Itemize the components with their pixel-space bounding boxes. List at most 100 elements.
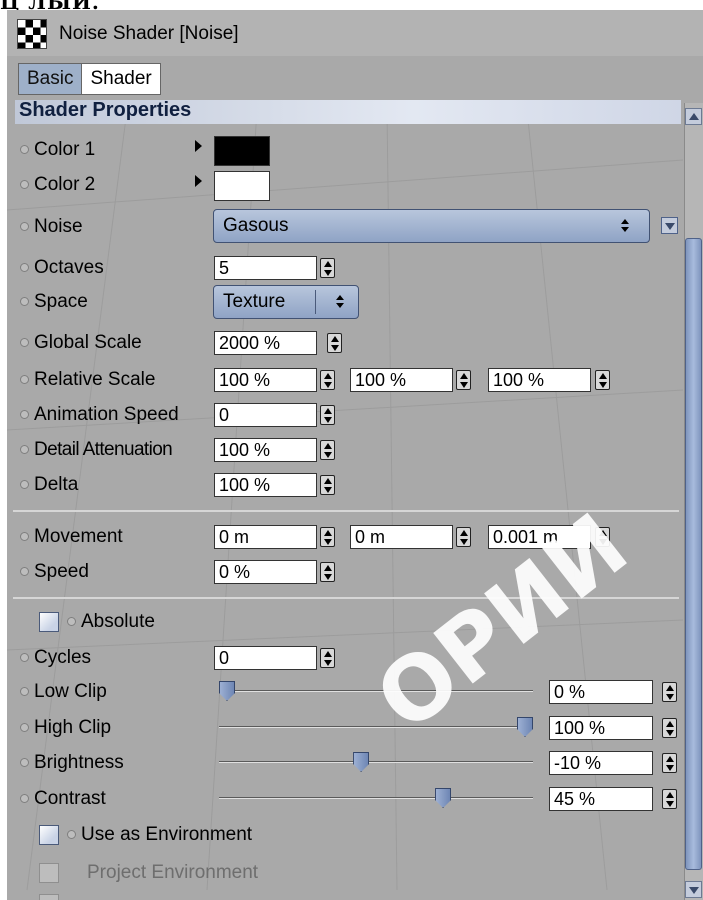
animation-dot-icon[interactable] xyxy=(20,222,29,231)
high-clip-slider-handle[interactable] xyxy=(517,717,533,737)
relative-scale-x-input[interactable]: 100 % xyxy=(214,368,317,392)
global-scale-input[interactable]: 2000 % xyxy=(214,331,317,355)
row-high-clip: High Clip 100 % xyxy=(7,713,683,743)
low-clip-slider-handle[interactable] xyxy=(219,681,235,701)
project-environment-checkbox[interactable] xyxy=(39,863,59,883)
animation-dot-icon[interactable] xyxy=(20,338,29,347)
animation-dot-icon[interactable] xyxy=(67,617,76,626)
section-header: Shader Properties xyxy=(15,100,681,124)
animation-dot-icon[interactable] xyxy=(20,445,29,454)
relative-scale-y-stepper[interactable] xyxy=(456,370,471,390)
label-global-scale: Global Scale xyxy=(34,332,142,353)
delta-stepper[interactable] xyxy=(320,475,335,495)
animation-dot-icon[interactable] xyxy=(67,830,76,839)
high-clip-stepper[interactable] xyxy=(662,718,677,738)
relative-scale-x-stepper[interactable] xyxy=(320,370,335,390)
octaves-input[interactable]: 5 xyxy=(214,256,317,280)
movement-x-stepper[interactable] xyxy=(320,527,335,547)
delta-input[interactable]: 100 % xyxy=(214,473,317,497)
brightness-slider-track[interactable] xyxy=(219,761,533,763)
label-octaves: Octaves xyxy=(34,257,104,278)
animation-dot-icon[interactable] xyxy=(20,410,29,419)
animation-dot-icon[interactable] xyxy=(20,145,29,154)
tab-bar: Basic Shader xyxy=(18,63,161,95)
animation-dot-icon[interactable] xyxy=(20,794,29,803)
brightness-input[interactable]: -10 % xyxy=(549,751,653,775)
octaves-stepper[interactable] xyxy=(320,258,335,278)
high-clip-slider-track[interactable] xyxy=(219,726,533,728)
noise-type-dropdown[interactable]: Gasous xyxy=(213,209,650,243)
high-clip-input[interactable]: 100 % xyxy=(549,716,653,740)
scroll-down-button[interactable] xyxy=(685,881,702,898)
color-2-swatch[interactable] xyxy=(214,171,270,201)
contrast-slider-track[interactable] xyxy=(219,797,533,799)
space-dropdown[interactable]: Texture xyxy=(213,285,359,319)
row-detail-attenuation: Detail Attenuation 100 % xyxy=(7,435,683,465)
animation-dot-icon[interactable] xyxy=(20,180,29,189)
relative-scale-z-stepper[interactable] xyxy=(595,370,610,390)
animation-dot-icon[interactable] xyxy=(20,653,29,662)
label-high-clip: High Clip xyxy=(34,717,112,738)
detail-attenuation-stepper[interactable] xyxy=(320,440,335,460)
noise-type-value: Gasous xyxy=(223,215,289,236)
label-speed: Speed xyxy=(34,561,89,582)
row-brightness: Brightness -10 % xyxy=(7,748,683,778)
speed-input[interactable]: 0 % xyxy=(214,560,317,584)
row-space: Space Texture xyxy=(7,285,683,323)
speed-stepper[interactable] xyxy=(320,562,335,582)
animation-dot-icon[interactable] xyxy=(20,532,29,541)
low-clip-stepper[interactable] xyxy=(662,682,677,702)
movement-x-input[interactable]: 0 m xyxy=(214,525,317,549)
expand-arrow-icon[interactable] xyxy=(195,175,202,187)
row-color-2: Color 2 xyxy=(7,170,683,201)
space-value: Texture xyxy=(223,291,286,312)
noise-shader-icon xyxy=(17,19,47,49)
cycles-input[interactable]: 0 xyxy=(214,646,317,670)
movement-y-stepper[interactable] xyxy=(456,527,471,547)
absolute-checkbox[interactable] xyxy=(39,612,59,632)
scrollbar-thumb[interactable] xyxy=(685,238,702,870)
label-noise: Noise xyxy=(34,216,83,237)
relative-scale-z-input[interactable]: 100 % xyxy=(488,368,591,392)
next-option-checkbox-partial[interactable] xyxy=(39,894,59,900)
color-1-swatch[interactable] xyxy=(214,136,270,166)
label-animation-speed: Animation Speed xyxy=(34,404,179,425)
tab-shader[interactable]: Shader xyxy=(82,63,161,95)
brightness-slider-handle[interactable] xyxy=(353,752,370,772)
row-use-as-environment: Use as Environment xyxy=(7,820,683,850)
animation-dot-icon[interactable] xyxy=(20,263,29,272)
label-color-1: Color 1 xyxy=(34,139,96,160)
expand-arrow-icon[interactable] xyxy=(195,140,202,152)
relative-scale-y-input[interactable]: 100 % xyxy=(350,368,453,392)
low-clip-input[interactable]: 0 % xyxy=(549,680,653,704)
animation-dot-icon[interactable] xyxy=(20,375,29,384)
global-scale-stepper[interactable] xyxy=(327,333,342,353)
animation-speed-stepper[interactable] xyxy=(320,405,335,425)
animation-dot-icon[interactable] xyxy=(20,480,29,489)
row-noise: Noise Gasous xyxy=(7,209,683,248)
row-relative-scale: Relative Scale 100 % 100 % 100 % xyxy=(7,365,683,395)
contrast-stepper[interactable] xyxy=(662,789,677,809)
label-project-environment: Project Environment xyxy=(87,862,259,883)
animation-dot-icon[interactable] xyxy=(20,297,29,306)
animation-dot-icon[interactable] xyxy=(20,723,29,732)
use-as-environment-checkbox[interactable] xyxy=(39,825,59,845)
detail-attenuation-input[interactable]: 100 % xyxy=(214,438,317,462)
tab-basic[interactable]: Basic xyxy=(18,63,83,95)
movement-y-input[interactable]: 0 m xyxy=(350,525,453,549)
animation-dot-icon[interactable] xyxy=(20,567,29,576)
label-relative-scale: Relative Scale xyxy=(34,369,156,390)
row-global-scale: Global Scale 2000 % xyxy=(7,328,683,358)
label-movement: Movement xyxy=(34,526,123,547)
contrast-input[interactable]: 45 % xyxy=(549,787,653,811)
animation-speed-input[interactable]: 0 xyxy=(214,403,317,427)
scroll-up-button[interactable] xyxy=(685,108,702,125)
cycles-stepper[interactable] xyxy=(320,648,335,668)
label-use-as-environment: Use as Environment xyxy=(81,824,253,845)
row-low-clip: Low Clip 0 % xyxy=(7,677,683,707)
noise-preset-menu-button[interactable] xyxy=(661,217,678,234)
contrast-slider-handle[interactable] xyxy=(435,788,452,808)
animation-dot-icon[interactable] xyxy=(20,758,29,767)
brightness-stepper[interactable] xyxy=(662,753,677,773)
animation-dot-icon[interactable] xyxy=(20,687,29,696)
